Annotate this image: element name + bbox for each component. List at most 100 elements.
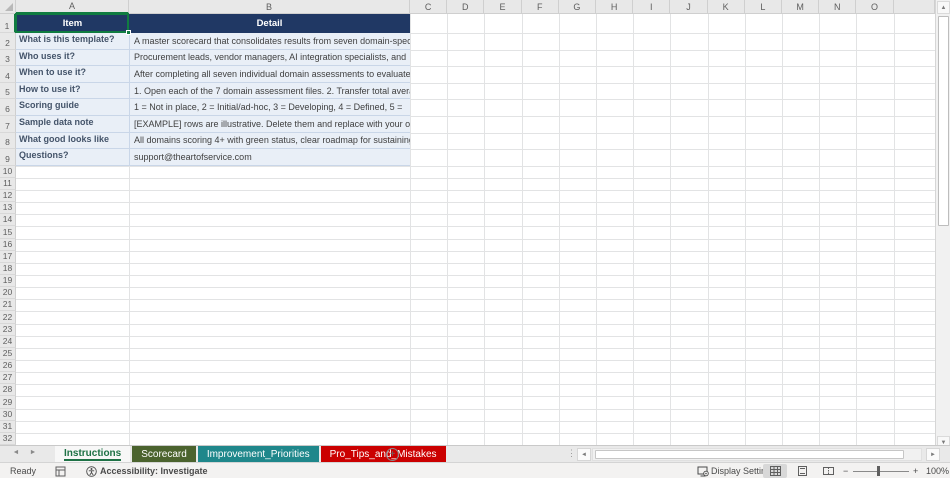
cell-A1-item-header[interactable]: Item (16, 14, 129, 33)
row-header-10[interactable]: 10 (0, 165, 16, 178)
row-header-3[interactable]: 3 (0, 49, 16, 67)
selection-fill-handle[interactable] (126, 30, 131, 35)
column-header-G[interactable]: G (558, 0, 596, 14)
cell-B5[interactable]: 1. Open each of the 7 domain assessment … (129, 82, 410, 100)
cell-A9[interactable]: Questions? (16, 149, 129, 166)
row-header-9[interactable]: 9 (0, 149, 16, 166)
zoom-out-button[interactable]: − (843, 463, 848, 478)
zoom-slider[interactable] (853, 471, 909, 472)
scroll-left-button[interactable]: ◄ (577, 448, 591, 461)
gridline (16, 408, 935, 410)
row-header-12[interactable]: 12 (0, 190, 16, 203)
row-header-11[interactable]: 11 (0, 177, 16, 191)
row-header-26[interactable]: 26 (0, 360, 16, 373)
gridline (521, 14, 523, 445)
row-header-13[interactable]: 13 (0, 202, 16, 215)
column-header-partial[interactable] (893, 0, 935, 14)
page-layout-view-button[interactable] (790, 464, 814, 478)
scroll-right-button[interactable]: ► (926, 448, 940, 461)
gridline (893, 14, 895, 445)
sheet-tab-instructions[interactable]: Instructions (55, 446, 131, 463)
cell-A6[interactable]: Scoring guide (16, 99, 129, 116)
tab-scroll-left-icon[interactable]: ◄ (10, 449, 22, 456)
cell-B3[interactable]: Procurement leads, vendor managers, AI i… (129, 49, 410, 67)
add-sheet-button[interactable]: + (386, 448, 399, 461)
cell-A8[interactable]: What good looks like (16, 132, 129, 150)
normal-view-button[interactable] (763, 464, 787, 478)
column-header-A[interactable]: A (16, 0, 129, 14)
vertical-scroll-thumb[interactable] (938, 16, 949, 226)
normal-view-icon (769, 466, 781, 476)
row-header-23[interactable]: 23 (0, 323, 16, 336)
column-header-F[interactable]: F (521, 0, 559, 14)
row-header-16[interactable]: 16 (0, 238, 16, 251)
cell-A2[interactable]: What is this template? (16, 33, 129, 50)
cell-B7[interactable]: [EXAMPLE] rows are illustrative. Delete … (129, 116, 410, 133)
cell-A5[interactable]: How to use it? (16, 82, 129, 100)
select-all-button[interactable] (0, 0, 16, 14)
tab-scroll-right-icon[interactable]: ► (27, 449, 39, 456)
row-header-30[interactable]: 30 (0, 408, 16, 421)
row-header-27[interactable]: 27 (0, 372, 16, 385)
gridline (410, 14, 411, 445)
scrollbar-resize-handle[interactable]: ⋮ (567, 448, 576, 459)
cell-B2[interactable]: A master scorecard that consolidates res… (129, 33, 410, 50)
cell-A4[interactable]: When to use it? (16, 66, 129, 83)
row-header-5[interactable]: 5 (0, 82, 16, 100)
row-header-29[interactable]: 29 (0, 396, 16, 409)
row-header-24[interactable]: 24 (0, 335, 16, 348)
accessibility-status[interactable]: Accessibility: Investigate (100, 463, 208, 478)
column-header-D[interactable]: D (447, 0, 485, 14)
row-header-31[interactable]: 31 (0, 420, 16, 433)
sheet-tab-pro_tips_and_mistakes[interactable]: Pro_Tips_and_Mistakes (320, 446, 446, 463)
column-header-B[interactable]: B (129, 0, 410, 14)
row-header-32[interactable]: 32 (0, 432, 16, 445)
column-header-K[interactable]: K (707, 0, 745, 14)
column-header-L[interactable]: L (744, 0, 782, 14)
zoom-level[interactable]: 100% (926, 463, 949, 478)
sheet-tab-improvement_priorities[interactable]: Improvement_Priorities (197, 446, 319, 463)
gridline (782, 14, 783, 445)
zoom-in-button[interactable]: + (913, 463, 918, 478)
scroll-up-button[interactable]: ▲ (937, 1, 950, 14)
row-header-14[interactable]: 14 (0, 214, 16, 227)
row-header-22[interactable]: 22 (0, 311, 16, 324)
page-layout-icon (797, 466, 807, 476)
row-header-7[interactable]: 7 (0, 116, 16, 133)
cell-A3[interactable]: Who uses it? (16, 49, 129, 67)
column-header-H[interactable]: H (596, 0, 634, 14)
cell-B4[interactable]: After completing all seven individual do… (129, 66, 410, 83)
horizontal-scrollbar[interactable] (592, 448, 922, 461)
cell-B1-detail-header[interactable]: Detail (129, 14, 410, 33)
column-header-E[interactable]: E (484, 0, 522, 14)
cell-B6[interactable]: 1 = Not in place, 2 = Initial/ad-hoc, 3 … (129, 99, 410, 116)
column-header-I[interactable]: I (633, 0, 671, 14)
row-header-4[interactable]: 4 (0, 66, 16, 83)
row-header-18[interactable]: 18 (0, 262, 16, 276)
column-header-M[interactable]: M (782, 0, 820, 14)
row-header-21[interactable]: 21 (0, 299, 16, 312)
sheet-tab-scorecard[interactable]: Scorecard (132, 446, 196, 463)
row-header-8[interactable]: 8 (0, 132, 16, 150)
row-header-17[interactable]: 17 (0, 250, 16, 263)
row-header-6[interactable]: 6 (0, 99, 16, 116)
cell-B8[interactable]: All domains scoring 4+ with green status… (129, 132, 410, 150)
column-header-J[interactable]: J (670, 0, 708, 14)
horizontal-scroll-thumb[interactable] (595, 450, 904, 459)
macro-record-icon[interactable] (55, 463, 66, 478)
row-header-20[interactable]: 20 (0, 287, 16, 300)
row-header-15[interactable]: 15 (0, 226, 16, 239)
row-header-28[interactable]: 28 (0, 384, 16, 397)
column-header-O[interactable]: O (856, 0, 894, 14)
column-header-N[interactable]: N (819, 0, 857, 14)
row-header-19[interactable]: 19 (0, 275, 16, 288)
row-header-2[interactable]: 2 (0, 33, 16, 50)
row-header-25[interactable]: 25 (0, 347, 16, 360)
cell-A7[interactable]: Sample data note (16, 116, 129, 133)
vertical-scrollbar[interactable]: ▲ ▼ (935, 0, 950, 450)
column-header-C[interactable]: C (410, 0, 448, 14)
row-header-1[interactable]: 1 (0, 14, 16, 33)
cell-B9[interactable]: support@theartofservice.com (129, 149, 410, 166)
page-break-view-button[interactable] (816, 464, 840, 478)
zoom-slider-handle[interactable] (877, 466, 880, 476)
